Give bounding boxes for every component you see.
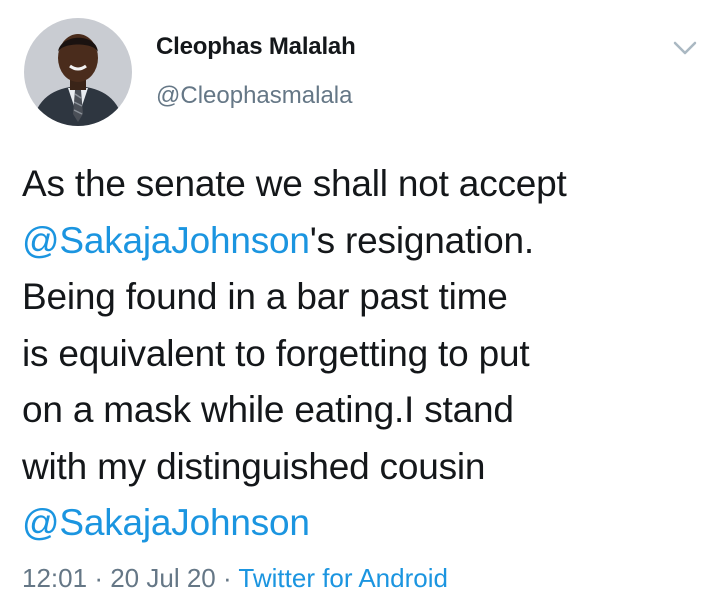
- avatar-photo: [24, 18, 132, 126]
- mention-link[interactable]: @SakajaJohnson: [22, 220, 310, 261]
- meta-separator: ·: [222, 563, 232, 593]
- tweet-text: As the senate we shall not accept @Sakaj…: [22, 156, 702, 552]
- tweet-line: on a mask while eating.I stand: [22, 389, 514, 430]
- tweet-source-link[interactable]: Twitter for Android: [238, 563, 448, 593]
- tweet-card: Cleophas Malalah @Cleophasmalala As the …: [0, 0, 720, 612]
- tweet-line: As the senate we shall not accept: [22, 163, 567, 204]
- tweet-metadata: 12:01 · 20 Jul 20 · Twitter for Android: [22, 563, 448, 594]
- chevron-down-icon[interactable]: [672, 38, 698, 58]
- tweet-date[interactable]: 20 Jul 20: [110, 563, 216, 593]
- tweet-line: @SakajaJohnson's resignation.: [22, 213, 702, 270]
- author-display-name[interactable]: Cleophas Malalah: [156, 33, 356, 61]
- mention-link[interactable]: @SakajaJohnson: [22, 502, 310, 543]
- tweet-text-fragment: 's resignation.: [309, 219, 534, 261]
- tweet-line: Being found in a bar past time: [22, 276, 508, 317]
- tweet-line: with my distinguished cousin: [22, 445, 486, 487]
- tweet-line: is equivalent to forgetting to put: [22, 332, 530, 374]
- avatar[interactable]: [24, 18, 132, 126]
- author-handle[interactable]: @Cleophasmalala: [156, 82, 352, 110]
- tweet-line: @SakajaJohnson: [22, 495, 702, 552]
- meta-separator: ·: [94, 563, 103, 593]
- tweet-time[interactable]: 12:01: [22, 563, 87, 593]
